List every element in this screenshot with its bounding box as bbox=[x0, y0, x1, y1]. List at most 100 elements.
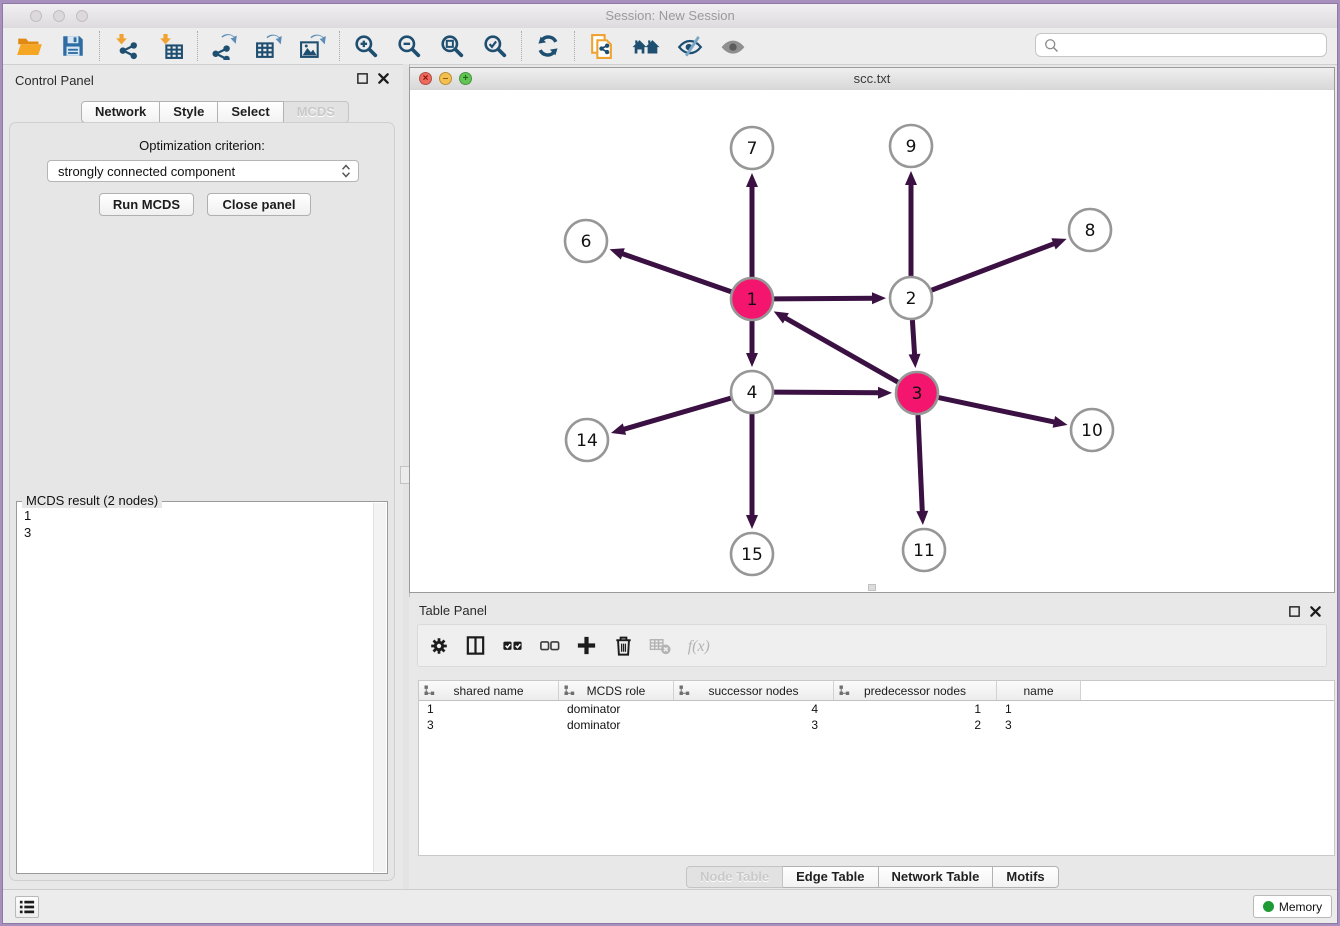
graph-edge-2-8[interactable] bbox=[932, 243, 1057, 290]
graph-node-2[interactable]: 2 bbox=[890, 277, 932, 319]
tree-icon bbox=[424, 685, 435, 696]
graph-edge-3-11[interactable] bbox=[918, 415, 922, 514]
tab-style[interactable]: Style bbox=[160, 101, 218, 123]
search-input[interactable] bbox=[1064, 35, 1326, 55]
graph-node-3[interactable]: 3 bbox=[896, 372, 938, 414]
float-panel-icon[interactable] bbox=[356, 72, 369, 85]
column-label: MCDS role bbox=[587, 684, 646, 698]
tab-mcds[interactable]: MCDS bbox=[284, 101, 349, 123]
memory-label: Memory bbox=[1279, 900, 1322, 914]
graph-node-11[interactable]: 11 bbox=[903, 529, 945, 571]
graph-edge-2-3[interactable] bbox=[912, 320, 914, 357]
graph-node-14[interactable]: 14 bbox=[566, 419, 608, 461]
deselect-all-button[interactable] bbox=[538, 634, 561, 657]
export-image-button[interactable] bbox=[299, 33, 326, 60]
fx-button: f(x) bbox=[686, 635, 716, 657]
clone-network-button[interactable] bbox=[588, 33, 615, 60]
graph-edge-3-1[interactable] bbox=[783, 317, 898, 382]
search-box bbox=[1035, 33, 1327, 57]
zoom-in-button[interactable] bbox=[353, 33, 379, 59]
search-icon bbox=[1043, 37, 1060, 54]
network-canvas[interactable]: 7 9 6 8 1 2 4 3 14 10 15 11 bbox=[410, 90, 1334, 592]
cell-mcds-role[interactable]: dominator bbox=[559, 701, 674, 717]
result-scrollbar[interactable] bbox=[373, 503, 386, 872]
zoom-out-button[interactable] bbox=[396, 33, 422, 59]
export-image-icon bbox=[299, 33, 326, 60]
trash-button[interactable] bbox=[612, 634, 635, 657]
import-table-button[interactable] bbox=[157, 33, 184, 60]
graph-node-4[interactable]: 4 bbox=[731, 371, 773, 413]
zoom-fit-button[interactable] bbox=[439, 33, 465, 59]
open-folder-button[interactable] bbox=[16, 33, 43, 60]
graph-node-10[interactable]: 10 bbox=[1071, 409, 1113, 451]
graph-edge-4-14[interactable] bbox=[622, 398, 731, 430]
graph-node-6[interactable]: 6 bbox=[565, 220, 607, 262]
graph-edge-3-10[interactable] bbox=[939, 398, 1057, 423]
graph-node-label: 2 bbox=[906, 289, 917, 309]
optimization-criterion-label: Optimization criterion: bbox=[10, 138, 394, 153]
graph-edge-4-3[interactable] bbox=[774, 392, 881, 393]
graph-edge-1-6[interactable] bbox=[620, 253, 731, 292]
export-network-button[interactable] bbox=[211, 33, 238, 60]
main-toolbar bbox=[3, 28, 1337, 65]
graph-node-label: 9 bbox=[906, 137, 917, 157]
criterion-select[interactable]: strongly connected component bbox=[47, 160, 359, 182]
cell-predecessor-nodes[interactable]: 1 bbox=[834, 701, 997, 717]
cell-shared-name[interactable]: 1 bbox=[419, 701, 559, 717]
graph-node-1[interactable]: 1 bbox=[731, 278, 773, 320]
run-mcds-button[interactable]: Run MCDS bbox=[99, 193, 194, 216]
column-header-mcds-role[interactable]: MCDS role bbox=[559, 681, 674, 700]
tab-network[interactable]: Network bbox=[81, 101, 160, 123]
float-table-panel-icon[interactable] bbox=[1288, 605, 1301, 618]
column-header-successor-nodes[interactable]: successor nodes bbox=[674, 681, 834, 700]
toolbar-group-2 bbox=[198, 31, 340, 61]
close-panel-icon[interactable] bbox=[377, 72, 390, 85]
graph-node-8[interactable]: 8 bbox=[1069, 209, 1111, 251]
save-icon bbox=[60, 33, 86, 59]
table-tab-node-table[interactable]: Node Table bbox=[686, 866, 783, 888]
mcds-result-list: 13 bbox=[17, 502, 373, 873]
show-eye-button[interactable] bbox=[720, 33, 746, 59]
import-network-button[interactable] bbox=[113, 33, 140, 60]
cell-name[interactable]: 3 bbox=[997, 717, 1081, 733]
close-table-panel-icon[interactable] bbox=[1309, 605, 1322, 618]
home-button[interactable] bbox=[632, 34, 660, 58]
close-panel-button[interactable]: Close panel bbox=[207, 193, 311, 216]
column-header-shared-name[interactable]: shared name bbox=[419, 681, 559, 700]
cell-mcds-role[interactable]: dominator bbox=[559, 717, 674, 733]
control-panel-title: Control Panel bbox=[15, 73, 94, 88]
refresh-button[interactable] bbox=[535, 33, 561, 59]
graph-node-9[interactable]: 9 bbox=[890, 125, 932, 167]
trash-icon bbox=[612, 634, 635, 657]
table-tab-motifs[interactable]: Motifs bbox=[993, 866, 1058, 888]
graph-node-15[interactable]: 15 bbox=[731, 533, 773, 575]
fx-icon: f(x) bbox=[686, 635, 716, 657]
table-row[interactable]: 1dominator411 bbox=[419, 701, 1334, 717]
node-table: shared name MCDS role successor nodesprede… bbox=[418, 680, 1335, 856]
canvas-scroll-grip[interactable] bbox=[868, 584, 876, 591]
select-all-button[interactable] bbox=[501, 634, 524, 657]
graph-node-7[interactable]: 7 bbox=[731, 127, 773, 169]
task-history-button[interactable] bbox=[15, 896, 39, 918]
columns-button[interactable] bbox=[464, 634, 487, 657]
tab-select[interactable]: Select bbox=[218, 101, 283, 123]
table-row[interactable]: 3dominator323 bbox=[419, 717, 1334, 733]
graph-edge-1-2[interactable] bbox=[774, 298, 875, 299]
main-titlebar: Session: New Session bbox=[3, 4, 1337, 29]
table-tab-network-table[interactable]: Network Table bbox=[879, 866, 994, 888]
cell-successor-nodes[interactable]: 4 bbox=[674, 701, 834, 717]
zoom-selected-button[interactable] bbox=[482, 33, 508, 59]
column-header-predecessor-nodes[interactable]: predecessor nodes bbox=[834, 681, 997, 700]
save-button[interactable] bbox=[60, 33, 86, 59]
cell-successor-nodes[interactable]: 3 bbox=[674, 717, 834, 733]
column-header-name[interactable]: name bbox=[997, 681, 1081, 700]
cell-name[interactable]: 1 bbox=[997, 701, 1081, 717]
add-button[interactable] bbox=[575, 634, 598, 657]
table-tab-edge-table[interactable]: Edge Table bbox=[783, 866, 878, 888]
hide-eye-button[interactable] bbox=[677, 33, 703, 59]
gear-button[interactable] bbox=[428, 635, 450, 657]
cell-shared-name[interactable]: 3 bbox=[419, 717, 559, 733]
export-table-button[interactable] bbox=[255, 33, 282, 60]
memory-button[interactable]: Memory bbox=[1253, 895, 1332, 918]
cell-predecessor-nodes[interactable]: 2 bbox=[834, 717, 997, 733]
